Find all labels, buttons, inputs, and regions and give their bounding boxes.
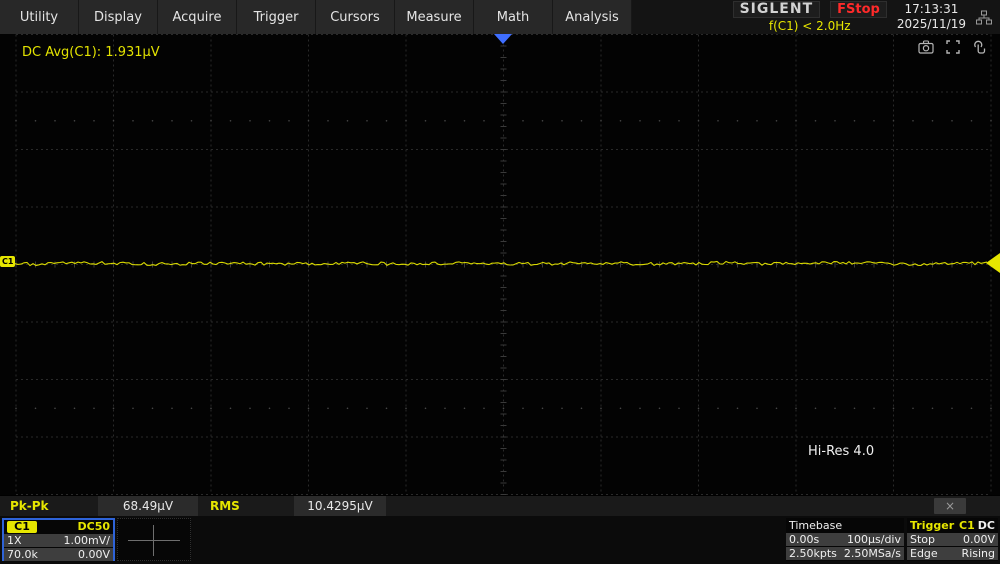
crosshair-horizontal-line <box>128 540 180 541</box>
menu-item-math[interactable]: Math <box>474 0 553 34</box>
trigger-box-header: Trigger C1 DC <box>907 518 998 532</box>
clock-time: 17:13:31 <box>904 2 959 16</box>
channel-1-box[interactable]: C1 DC50 1X 1.00mV/ 70.0k 0.00V <box>2 518 115 561</box>
graticule-grid <box>11 34 992 495</box>
measurement-label[interactable]: Pk-Pk <box>0 499 98 513</box>
volts-per-div: 1.00mV/ <box>63 534 110 547</box>
channel-badge: C1 <box>7 520 37 533</box>
main-menu: Utility Display Acquire Trigger Cursors … <box>0 0 632 34</box>
channel-box-row: 70.0k 0.00V <box>4 548 113 561</box>
timebase-title: Timebase <box>789 518 843 532</box>
trigger-source: C1 DC <box>959 519 995 532</box>
top-menu-bar: Utility Display Acquire Trigger Cursors … <box>0 0 1000 34</box>
fullscreen-icon[interactable] <box>946 40 960 54</box>
probe-attenuation: 1X <box>7 534 22 547</box>
channel-offset: 0.00V <box>77 548 110 561</box>
menu-item-measure[interactable]: Measure <box>395 0 474 34</box>
memory-depth: 2.50kpts <box>789 547 837 560</box>
clock-date: 2025/11/19 <box>896 17 966 31</box>
measurement-value[interactable]: 68.49µV <box>98 496 198 516</box>
acquisition-status-badge: FStop <box>830 0 887 18</box>
trigger-source-coupling: DC <box>977 518 995 532</box>
screen-icon-group <box>918 40 986 54</box>
trigger-box-row: Edge Rising <box>907 547 998 560</box>
oscilloscope-ui: Utility Display Acquire Trigger Cursors … <box>0 0 1000 564</box>
crosshair-placeholder-box <box>117 518 191 561</box>
measurement-label[interactable]: RMS <box>198 499 294 513</box>
trigger-level: 0.00V <box>962 533 995 546</box>
trigger-title: Trigger <box>910 518 955 532</box>
waveform-display[interactable]: DC Avg(C1): 1.931µV C1 Hi-Res 4.0 <box>0 34 1000 495</box>
trigger-type: Edge <box>910 547 938 560</box>
brand-column: SIGLENT FStop f(C1) < 2.0Hz <box>732 0 887 34</box>
trigger-position-marker[interactable] <box>494 34 512 44</box>
menu-item-analysis[interactable]: Analysis <box>553 0 632 34</box>
sample-rate: 2.50MSa/s <box>843 547 901 560</box>
bandwidth-limit: 70.0k <box>7 548 38 561</box>
menu-item-utility[interactable]: Utility <box>0 0 79 34</box>
channel-box-header: C1 DC50 <box>4 520 113 533</box>
timebase-delay: 0.00s <box>789 533 820 546</box>
trigger-slope: Rising <box>961 547 995 560</box>
measurement-value[interactable]: 10.4295µV <box>294 496 386 516</box>
menu-item-acquire[interactable]: Acquire <box>158 0 237 34</box>
channel-1-position-marker[interactable]: C1 <box>0 256 16 267</box>
acquisition-mode-label: Hi-Res 4.0 <box>808 444 875 459</box>
channel-coupling-label: DC50 <box>77 520 110 533</box>
channel-box-row: 1X 1.00mV/ <box>4 534 113 547</box>
measurement-strip: Pk-Pk 68.49µV RMS 10.4295µV × <box>0 495 1000 516</box>
menu-item-display[interactable]: Display <box>79 0 158 34</box>
touch-icon[interactable] <box>972 40 986 54</box>
topbar-status-block: SIGLENT FStop f(C1) < 2.0Hz 17:13:31 202… <box>732 0 1000 34</box>
timebase-box-row: 0.00s 100µs/div <box>786 533 904 546</box>
time-per-div: 100µs/div <box>847 533 901 546</box>
dc-average-readout: DC Avg(C1): 1.931µV <box>22 45 160 60</box>
clock-column: 17:13:31 2025/11/19 <box>897 2 966 32</box>
trigger-box[interactable]: Trigger C1 DC Stop 0.00V Edge Rising <box>907 518 998 561</box>
menu-item-cursors[interactable]: Cursors <box>316 0 395 34</box>
trigger-source-channel: C1 <box>959 518 975 532</box>
siglent-logo: SIGLENT <box>732 0 821 18</box>
camera-icon[interactable] <box>918 40 934 54</box>
trigger-status: Stop <box>910 533 936 546</box>
menu-item-trigger[interactable]: Trigger <box>237 0 316 34</box>
timebase-box-row: 2.50kpts 2.50MSa/s <box>786 547 904 560</box>
bottom-status-bar: C1 DC50 1X 1.00mV/ 70.0k 0.00V Timebase … <box>0 516 1000 564</box>
trigger-level-marker[interactable] <box>986 253 1000 273</box>
timebase-box-header: Timebase <box>786 518 904 532</box>
close-icon[interactable]: × <box>934 498 966 514</box>
network-icon <box>976 10 992 25</box>
frequency-counter-readout: f(C1) < 2.0Hz <box>768 18 851 33</box>
trigger-box-row: Stop 0.00V <box>907 533 998 546</box>
crosshair-vertical-line <box>153 525 154 556</box>
brand-row: SIGLENT FStop <box>732 0 887 18</box>
timebase-box[interactable]: Timebase 0.00s 100µs/div 2.50kpts 2.50MS… <box>786 518 904 561</box>
